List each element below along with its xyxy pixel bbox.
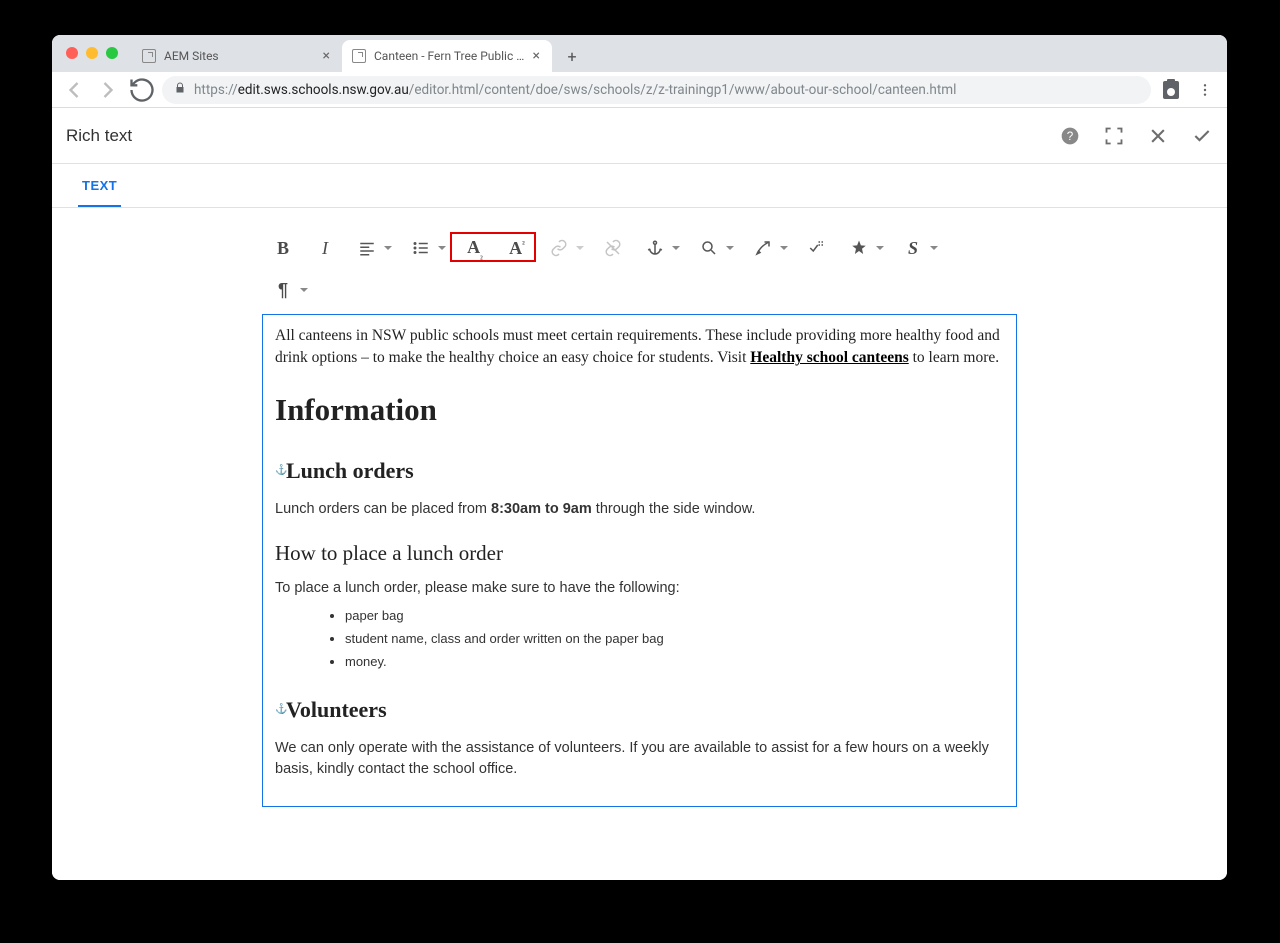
app: Rich text ? TEXT bbox=[52, 108, 1227, 880]
rich-text-editor[interactable]: All canteens in NSW public schools must … bbox=[262, 314, 1017, 807]
browser-tab-canteen[interactable]: Canteen - Fern Tree Public Sch × bbox=[342, 40, 552, 72]
paragraph[interactable]: We can only operate with the assistance … bbox=[275, 738, 1004, 780]
styles-button[interactable] bbox=[838, 230, 892, 266]
superscript-button[interactable]: A² bbox=[496, 230, 538, 266]
page-icon bbox=[142, 49, 156, 63]
list-item[interactable]: paper bag bbox=[345, 607, 1004, 626]
paragraph[interactable]: To place a lunch order, please make sure… bbox=[275, 578, 1004, 599]
app-header: Rich text ? bbox=[52, 108, 1227, 164]
paragraph[interactable]: All canteens in NSW public schools must … bbox=[275, 325, 1004, 370]
browser-window: AEM Sites × Canteen - Fern Tree Public S… bbox=[52, 35, 1227, 880]
source-edit-button[interactable]: S bbox=[892, 230, 946, 266]
order-checklist[interactable]: paper bag student name, class and order … bbox=[345, 607, 1004, 672]
browser-toolbar: https://edit.sws.schools.nsw.gov.au/edit… bbox=[52, 72, 1227, 108]
justify-button[interactable] bbox=[346, 230, 400, 266]
heading-lunch-orders[interactable]: ⚓Lunch orders bbox=[275, 455, 1004, 487]
dialog-tabs: TEXT bbox=[52, 164, 1227, 208]
subscript-button[interactable]: A₂ bbox=[454, 230, 496, 266]
paraformat-button[interactable]: ¶ bbox=[262, 272, 316, 308]
list-item[interactable]: student name, class and order written on… bbox=[345, 630, 1004, 649]
heading-volunteers[interactable]: ⚓Volunteers bbox=[275, 694, 1004, 726]
rte-toolbar: B I A₂ A² bbox=[262, 226, 1017, 272]
browser-tabbar: AEM Sites × Canteen - Fern Tree Public S… bbox=[52, 35, 1227, 72]
page-title: Rich text bbox=[66, 126, 132, 146]
help-button[interactable]: ? bbox=[1059, 125, 1081, 147]
close-window-icon[interactable] bbox=[66, 47, 78, 59]
heading-information[interactable]: Information bbox=[275, 388, 1004, 433]
close-tab-icon[interactable]: × bbox=[321, 48, 332, 64]
page-icon bbox=[352, 49, 366, 63]
list-item[interactable]: money. bbox=[345, 653, 1004, 672]
svg-text:?: ? bbox=[1067, 130, 1074, 143]
reload-button[interactable] bbox=[128, 76, 156, 104]
spellcheck-button[interactable] bbox=[796, 230, 838, 266]
paragraph[interactable]: Lunch orders can be placed from 8:30am t… bbox=[275, 499, 1004, 520]
extension-icon[interactable] bbox=[1157, 76, 1185, 104]
forward-button[interactable] bbox=[94, 76, 122, 104]
heading-how-to-order[interactable]: How to place a lunch order bbox=[275, 538, 1004, 568]
editor-area: B I A₂ A² bbox=[52, 208, 1227, 880]
cancel-button[interactable] bbox=[1147, 125, 1169, 147]
list-button[interactable] bbox=[400, 230, 454, 266]
find-replace-button[interactable] bbox=[688, 230, 742, 266]
back-button[interactable] bbox=[60, 76, 88, 104]
tab-label: AEM Sites bbox=[164, 49, 321, 63]
misctools-button[interactable] bbox=[742, 230, 796, 266]
link-healthy-canteens[interactable]: Healthy school canteens bbox=[750, 349, 908, 366]
bold-button[interactable]: B bbox=[262, 230, 304, 266]
url-text: https://edit.sws.schools.nsw.gov.au/edit… bbox=[194, 82, 956, 98]
minimize-window-icon[interactable] bbox=[86, 47, 98, 59]
traffic-lights bbox=[66, 47, 118, 59]
tab-text[interactable]: TEXT bbox=[78, 166, 121, 207]
address-bar[interactable]: https://edit.sws.schools.nsw.gov.au/edit… bbox=[162, 76, 1151, 104]
browser-tab-aem-sites[interactable]: AEM Sites × bbox=[132, 40, 342, 72]
italic-button[interactable]: I bbox=[304, 230, 346, 266]
lock-icon bbox=[174, 82, 186, 97]
anchor-icon: ⚓ bbox=[275, 464, 285, 478]
browser-menu-button[interactable] bbox=[1191, 76, 1219, 104]
tab-label: Canteen - Fern Tree Public Sch bbox=[374, 49, 531, 63]
done-button[interactable] bbox=[1191, 125, 1213, 147]
unlink-button[interactable] bbox=[592, 230, 634, 266]
new-tab-button[interactable]: + bbox=[558, 42, 586, 70]
close-tab-icon[interactable]: × bbox=[531, 48, 542, 64]
anchor-icon: ⚓ bbox=[275, 703, 285, 717]
anchor-button[interactable] bbox=[634, 230, 688, 266]
link-button[interactable] bbox=[538, 230, 592, 266]
maximize-window-icon[interactable] bbox=[106, 47, 118, 59]
fullscreen-button[interactable] bbox=[1103, 125, 1125, 147]
